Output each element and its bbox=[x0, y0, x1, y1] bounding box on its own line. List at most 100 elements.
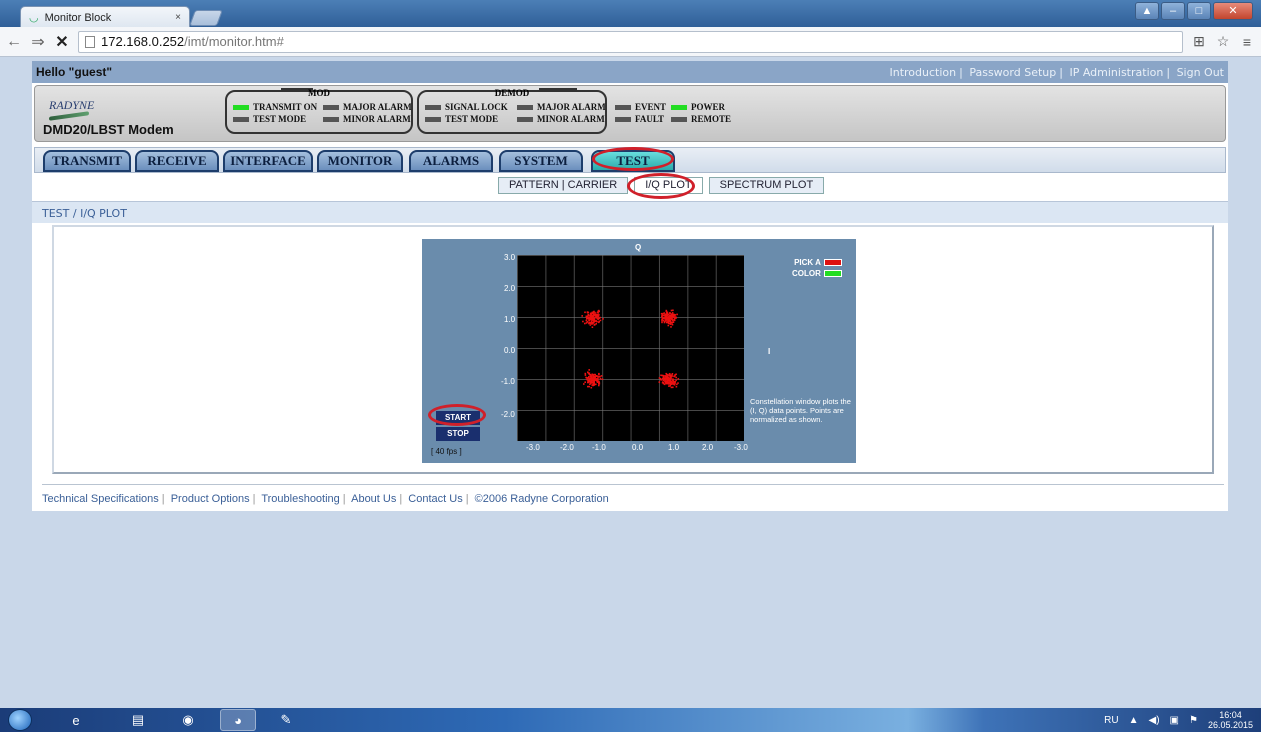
page-frame: Hello "guest" Introduction | Password Set… bbox=[32, 61, 1228, 511]
translate-icon[interactable]: ⊞ bbox=[1191, 33, 1207, 50]
language-indicator[interactable]: RU bbox=[1104, 715, 1118, 726]
data-point bbox=[592, 374, 594, 376]
tab-transmit[interactable]: TRANSMIT bbox=[43, 150, 131, 172]
tab-interface[interactable]: INTERFACE bbox=[223, 150, 313, 172]
data-point bbox=[597, 315, 600, 317]
start-menu-button[interactable] bbox=[8, 709, 32, 731]
tab-close-icon[interactable]: × bbox=[175, 12, 181, 23]
taskbar: e ▤ ◉ ◕ ✎ RU ▲ ◀) ▣ ⚑ 16:04 26.05.2015 bbox=[0, 708, 1261, 732]
subtab-spectrum-plot[interactable]: SPECTRUM PLOT bbox=[708, 177, 825, 194]
star-icon[interactable]: ☆ bbox=[1215, 33, 1231, 50]
flag-icon[interactable]: ⚑ bbox=[1189, 715, 1198, 726]
data-point bbox=[598, 383, 601, 385]
data-point bbox=[662, 314, 664, 317]
data-point bbox=[590, 315, 592, 318]
footer-troubleshooting[interactable]: Troubleshooting bbox=[261, 493, 339, 505]
tab-receive[interactable]: RECEIVE bbox=[135, 150, 219, 172]
link-sign-out[interactable]: Sign Out bbox=[1177, 66, 1224, 79]
tab-alarms[interactable]: ALARMS bbox=[409, 150, 493, 172]
menu-icon[interactable]: ≡ bbox=[1239, 34, 1255, 50]
device-header: RADYNE DMD20/LBST Modem MOD TRANSMIT ON … bbox=[34, 85, 1226, 142]
media-player-icon[interactable]: ◉ bbox=[170, 709, 206, 731]
tab-monitor[interactable]: MONITOR bbox=[317, 150, 403, 172]
data-point bbox=[589, 375, 592, 378]
data-point bbox=[594, 313, 597, 315]
footer-contact-us[interactable]: Contact Us bbox=[408, 493, 462, 505]
led-fault: FAULT bbox=[615, 114, 664, 124]
data-point bbox=[602, 318, 604, 320]
constellation-svg bbox=[581, 309, 680, 389]
data-point bbox=[667, 381, 670, 384]
maximize-button[interactable]: □ bbox=[1187, 2, 1211, 20]
demod-title: DEMOD bbox=[494, 88, 530, 98]
content-panel: Q I 3.0 2.0 1.0 0.0 -1.0 -2.0 -3.0 -2.0 … bbox=[52, 225, 1214, 474]
footer-product-options[interactable]: Product Options bbox=[171, 493, 250, 505]
data-point bbox=[584, 311, 586, 314]
data-point bbox=[590, 320, 593, 322]
footer-tech-specs[interactable]: Technical Specifications bbox=[42, 493, 159, 505]
stop-icon[interactable]: ✕ bbox=[54, 32, 70, 52]
address-bar[interactable]: 172.168.0.252/imt/monitor.htm# bbox=[78, 30, 1183, 53]
forward-icon[interactable]: ⇒ bbox=[30, 32, 46, 52]
data-point bbox=[586, 317, 588, 320]
y-tick: -2.0 bbox=[501, 410, 515, 419]
data-point bbox=[589, 383, 591, 385]
stop-button[interactable]: STOP bbox=[436, 427, 480, 441]
data-point bbox=[585, 322, 588, 324]
data-point bbox=[674, 374, 676, 376]
paint-icon[interactable]: ✎ bbox=[268, 709, 304, 731]
ie-icon[interactable]: e bbox=[58, 709, 94, 731]
data-point bbox=[595, 378, 597, 381]
close-button[interactable]: ✕ bbox=[1213, 2, 1253, 20]
url-host: 172.168.0.252 bbox=[101, 34, 185, 49]
data-point bbox=[589, 318, 592, 321]
data-point bbox=[594, 373, 596, 376]
data-point bbox=[660, 374, 662, 377]
data-point bbox=[592, 314, 595, 316]
y-tick: 0.0 bbox=[504, 346, 516, 355]
minimize-button[interactable]: – bbox=[1161, 2, 1185, 20]
green-swatch[interactable] bbox=[823, 270, 842, 278]
data-point bbox=[589, 322, 592, 324]
restore-tabs-icon[interactable]: ▲ bbox=[1135, 2, 1159, 20]
tab-system[interactable]: SYSTEM bbox=[499, 150, 583, 172]
data-point bbox=[664, 318, 666, 320]
data-point bbox=[661, 316, 663, 318]
data-point bbox=[672, 309, 674, 312]
subtab-pattern-carrier[interactable]: PATTERN | CARRIER bbox=[498, 177, 629, 194]
clock[interactable]: 16:04 26.05.2015 bbox=[1208, 710, 1253, 730]
data-point bbox=[590, 386, 593, 389]
q-axis-label: Q bbox=[635, 243, 642, 252]
link-introduction[interactable]: Introduction bbox=[890, 66, 957, 79]
link-ip-administration[interactable]: IP Administration bbox=[1069, 66, 1163, 79]
clock-date: 26.05.2015 bbox=[1207, 720, 1253, 730]
breadcrumb: TEST / I/Q PLOT bbox=[42, 207, 127, 220]
model-name: DMD20/LBST Modem bbox=[43, 122, 174, 137]
red-swatch[interactable] bbox=[823, 259, 842, 267]
tray-expand-icon[interactable]: ▲ bbox=[1129, 715, 1139, 726]
clock-time: 16:04 bbox=[1219, 710, 1242, 720]
data-point bbox=[675, 385, 678, 388]
explorer-icon[interactable]: ▤ bbox=[120, 709, 156, 731]
greeting-bar: Hello "guest" Introduction | Password Set… bbox=[32, 61, 1228, 83]
y-tick: -1.0 bbox=[501, 377, 515, 386]
volume-icon[interactable]: ◀) bbox=[1149, 715, 1160, 726]
i-axis-label: I bbox=[768, 347, 771, 356]
data-point bbox=[588, 385, 590, 388]
data-point bbox=[586, 311, 589, 314]
data-point bbox=[669, 320, 672, 323]
data-point bbox=[595, 316, 598, 319]
footer-about-us[interactable]: About Us bbox=[351, 493, 396, 505]
link-password-setup[interactable]: Password Setup bbox=[969, 66, 1056, 79]
constellation-cluster bbox=[581, 309, 604, 328]
browser-tab[interactable]: ◡ Monitor Block × bbox=[20, 6, 190, 28]
browser-toolbar: ← ⇒ ✕ 172.168.0.252/imt/monitor.htm# ⊞ ☆… bbox=[0, 27, 1261, 57]
data-point bbox=[598, 320, 600, 323]
new-tab-button[interactable] bbox=[189, 10, 223, 26]
network-icon[interactable]: ▣ bbox=[1170, 715, 1179, 726]
back-icon[interactable]: ← bbox=[6, 33, 22, 51]
data-point bbox=[599, 377, 602, 380]
data-point bbox=[598, 376, 601, 378]
chrome-icon[interactable]: ◕ bbox=[220, 709, 256, 731]
page-icon: ◡ bbox=[29, 12, 39, 24]
